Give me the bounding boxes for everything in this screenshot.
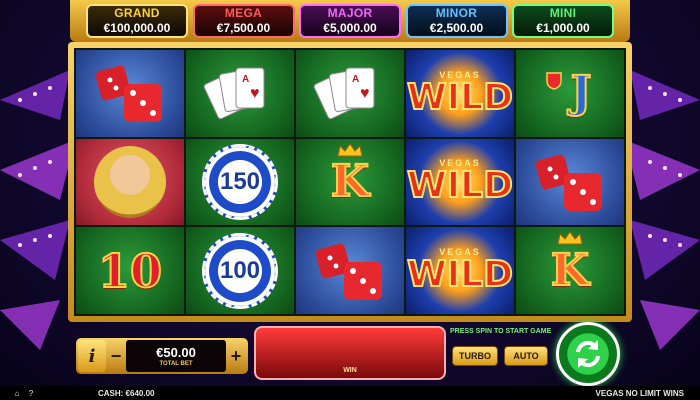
win-label: WIN [343, 367, 357, 374]
wild-label: WILD [406, 254, 514, 296]
symbol-ten: 10 [76, 227, 184, 314]
symbol-dice [516, 138, 624, 226]
symbol-jack-label: J [570, 67, 593, 119]
cash-balance: CASH: €640.00 [98, 388, 155, 398]
symbol-wild: VEGAS WILD [406, 138, 514, 226]
jackpot-mini-label: MINI [549, 6, 577, 20]
symbol-king: K [296, 138, 404, 226]
reel-grid: 10 A ♥ 150 100 A ♥ K VEGAS WILD VEGAS WI… [74, 48, 626, 316]
help-icon[interactable]: ? [24, 389, 38, 398]
bet-amount: €50.00 [156, 344, 196, 360]
jackpot-major-value: €5,000.00 [323, 21, 377, 35]
svg-text:♥: ♥ [360, 85, 370, 102]
shield-icon [546, 72, 562, 90]
symbol-jack: J [516, 50, 624, 137]
symbol-portrait [76, 138, 184, 226]
status-bar: ⌂ ? CASH: €640.00 VEGAS NO LIMIT WINS [0, 386, 700, 400]
bet-label: TOTAL BET [159, 360, 193, 367]
dice-icon [95, 66, 162, 123]
woman-portrait-icon [94, 145, 166, 218]
jackpot-mega-value: €7,500.00 [216, 21, 271, 35]
svg-text:A: A [352, 74, 359, 85]
reel-1: 10 [76, 50, 184, 314]
reel-frame: 10 A ♥ 150 100 A ♥ K VEGAS WILD VEGAS WI… [68, 42, 632, 322]
reel-3: A ♥ K [296, 50, 404, 314]
reel-4: VEGAS WILD VEGAS WILD VEGAS WILD [406, 50, 514, 314]
turbo-button[interactable]: TURBO [452, 346, 498, 366]
symbol-king: K [516, 227, 624, 314]
jackpot-mega-label: MEGA [224, 6, 263, 20]
symbol-dice [76, 50, 184, 137]
jackpot-minor-value: €2,500.00 [429, 21, 484, 35]
jackpot-mini-value: €1,000.00 [536, 21, 590, 35]
symbol-wild: VEGAS WILD [406, 50, 514, 137]
jackpot-grand-label: GRAND [114, 6, 160, 20]
auto-button[interactable]: AUTO [504, 346, 548, 366]
jackpot-minor-label: MINOR [435, 6, 478, 20]
playing-cards-icon: A ♥ [313, 67, 375, 120]
home-icon[interactable]: ⌂ [10, 389, 24, 398]
reel-5: J K [516, 50, 624, 314]
game-title: VEGAS NO LIMIT WINS [595, 388, 684, 398]
jackpot-mega: MEGA €7,500.00 [192, 3, 295, 38]
casino-chip-icon: 150 [202, 143, 278, 220]
jackpot-grand: GRAND €100,000.00 [86, 3, 188, 38]
casino-chip-icon: 100 [202, 232, 278, 309]
refresh-arrows-icon [576, 340, 600, 368]
spin-hint: PRESS SPIN TO START GAME [450, 328, 552, 335]
playing-cards-icon: A ♥ [203, 67, 265, 120]
jackpot-major: MAJOR €5,000.00 [299, 3, 401, 38]
symbol-cards: A ♥ [296, 50, 404, 137]
chip-150-label: 150 [219, 167, 261, 195]
svg-text:♥: ♥ [250, 85, 260, 102]
symbol-dice [296, 227, 404, 314]
jackpot-major-label: MAJOR [327, 6, 373, 20]
symbol-king-label: K [550, 244, 590, 296]
dice-icon [535, 154, 602, 211]
bet-selector: i − €50.00 TOTAL BET + [76, 338, 248, 374]
crown-icon [337, 142, 363, 157]
spin-button[interactable] [556, 322, 620, 386]
bet-increase-button[interactable]: + [226, 340, 246, 372]
bet-display: €50.00 TOTAL BET [126, 340, 226, 372]
jackpot-minor: MINOR €2,500.00 [405, 3, 508, 38]
reel-2: A ♥ 150 100 [186, 50, 294, 314]
jackpot-mini: MINI €1,000.00 [512, 3, 614, 38]
symbol-ten-label: 10 [97, 243, 163, 298]
chip-100-label: 100 [219, 256, 261, 284]
symbol-chip-150: 150 [186, 138, 294, 226]
bet-decrease-button[interactable]: − [106, 340, 126, 372]
right-neon-decoration [625, 70, 700, 350]
symbol-cards: A ♥ [186, 50, 294, 137]
win-display: WIN [254, 326, 446, 380]
jackpot-grand-value: €100,000.00 [103, 21, 171, 35]
wild-label: WILD [406, 76, 514, 118]
crown-icon [557, 231, 583, 245]
symbol-wild: VEGAS WILD [406, 227, 514, 314]
dice-icon [315, 243, 382, 300]
symbol-king-label: K [330, 155, 370, 207]
svg-text:A: A [242, 74, 249, 85]
symbol-chip-100: 100 [186, 227, 294, 314]
jackpot-bar: GRAND €100,000.00 MEGA €7,500.00 MAJOR €… [70, 0, 630, 42]
wild-label: WILD [406, 165, 514, 207]
info-button[interactable]: i [78, 340, 106, 372]
